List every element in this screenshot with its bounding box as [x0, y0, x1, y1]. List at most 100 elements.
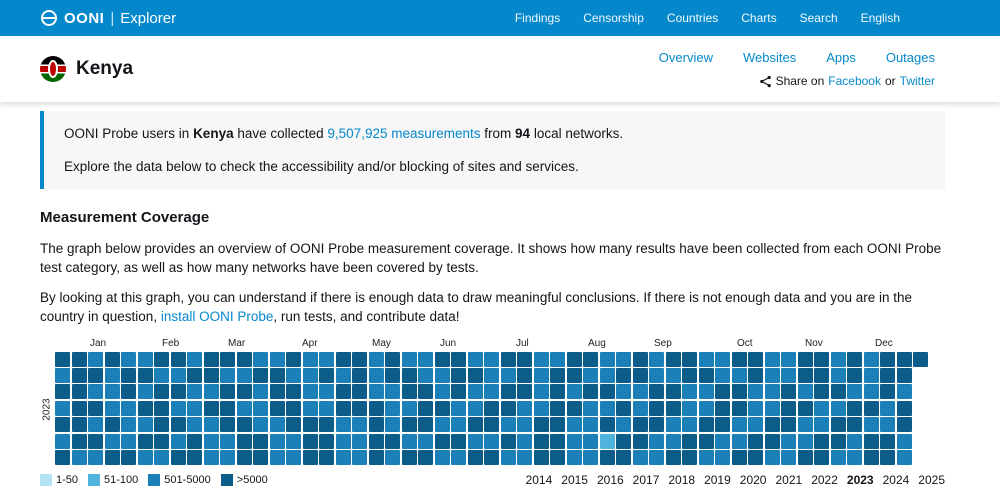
- heatmap-cell[interactable]: [616, 450, 631, 466]
- heatmap-cell[interactable]: [352, 368, 367, 384]
- heatmap-cell[interactable]: [170, 450, 186, 466]
- heatmap-cell[interactable]: [269, 433, 285, 449]
- heatmap-cell[interactable]: [220, 351, 235, 367]
- heatmap-cell[interactable]: [566, 368, 582, 384]
- heatmap-cell[interactable]: [550, 351, 565, 367]
- heatmap-cell[interactable]: [451, 400, 466, 416]
- tab-websites[interactable]: Websites: [743, 50, 796, 65]
- heatmap-cell[interactable]: [599, 400, 615, 416]
- heatmap-cell[interactable]: [319, 450, 334, 466]
- heatmap-cell[interactable]: [71, 351, 87, 367]
- heatmap-cell[interactable]: [187, 433, 202, 449]
- heatmap-cell[interactable]: [632, 384, 648, 400]
- heatmap-cell[interactable]: [385, 417, 400, 433]
- heatmap-cell[interactable]: [550, 368, 565, 384]
- heatmap-cell[interactable]: [467, 351, 483, 367]
- heatmap-cell[interactable]: [847, 450, 862, 466]
- heatmap-cell[interactable]: [269, 384, 285, 400]
- heatmap-cell[interactable]: [830, 384, 846, 400]
- heatmap-cell[interactable]: [649, 433, 664, 449]
- heatmap-cell[interactable]: [682, 417, 697, 433]
- heatmap-cell[interactable]: [401, 368, 417, 384]
- heatmap-cell[interactable]: [566, 450, 582, 466]
- heatmap-cell[interactable]: [170, 384, 186, 400]
- heatmap-cell[interactable]: [71, 368, 87, 384]
- year-2016[interactable]: 2016: [597, 473, 624, 487]
- heatmap-cell[interactable]: [71, 400, 87, 416]
- heatmap-cell[interactable]: [335, 417, 351, 433]
- heatmap-cell[interactable]: [352, 450, 367, 466]
- year-2022[interactable]: 2022: [811, 473, 838, 487]
- heatmap-cell[interactable]: [203, 433, 219, 449]
- heatmap-cell[interactable]: [137, 368, 153, 384]
- heatmap-cell[interactable]: [814, 368, 829, 384]
- heatmap-cell[interactable]: [368, 417, 384, 433]
- heatmap-cell[interactable]: [698, 368, 714, 384]
- heatmap-cell[interactable]: [319, 417, 334, 433]
- heatmap-cell[interactable]: [236, 417, 252, 433]
- heatmap-cell[interactable]: [698, 384, 714, 400]
- heatmap-cell[interactable]: [302, 400, 318, 416]
- heatmap-cell[interactable]: [451, 450, 466, 466]
- heatmap-cell[interactable]: [517, 368, 532, 384]
- heatmap-cell[interactable]: [170, 351, 186, 367]
- heatmap-cell[interactable]: [236, 400, 252, 416]
- heatmap-cell[interactable]: [187, 417, 202, 433]
- heatmap-cell[interactable]: [682, 351, 697, 367]
- heatmap-cell[interactable]: [698, 417, 714, 433]
- heatmap-cell[interactable]: [632, 351, 648, 367]
- heatmap-cell[interactable]: [863, 351, 879, 367]
- heatmap-cell[interactable]: [302, 368, 318, 384]
- heatmap-cell[interactable]: [797, 450, 813, 466]
- heatmap-cell[interactable]: [154, 368, 169, 384]
- heatmap-cell[interactable]: [418, 450, 433, 466]
- heatmap-cell[interactable]: [121, 351, 136, 367]
- heatmap-cell[interactable]: [319, 351, 334, 367]
- heatmap-cell[interactable]: [187, 400, 202, 416]
- heatmap-cell[interactable]: [863, 450, 879, 466]
- heatmap-cell[interactable]: [352, 433, 367, 449]
- heatmap-cell[interactable]: [764, 433, 780, 449]
- nav-item-english[interactable]: English: [861, 11, 900, 25]
- heatmap-cell[interactable]: [302, 433, 318, 449]
- heatmap-cell[interactable]: [187, 351, 202, 367]
- heatmap-cell[interactable]: [253, 417, 268, 433]
- heatmap-cell[interactable]: [599, 417, 615, 433]
- heatmap-cell[interactable]: [236, 450, 252, 466]
- heatmap-cell[interactable]: [830, 417, 846, 433]
- heatmap-cell[interactable]: [385, 384, 400, 400]
- heatmap-cell[interactable]: [500, 351, 516, 367]
- heatmap-cell[interactable]: [665, 417, 681, 433]
- heatmap-cell[interactable]: [302, 417, 318, 433]
- heatmap-cell[interactable]: [88, 450, 103, 466]
- heatmap-cell[interactable]: [220, 450, 235, 466]
- heatmap-cell[interactable]: [781, 368, 796, 384]
- heatmap-cell[interactable]: [814, 400, 829, 416]
- nav-item-countries[interactable]: Countries: [667, 11, 718, 25]
- heatmap-cell[interactable]: [500, 384, 516, 400]
- heatmap-cell[interactable]: [665, 368, 681, 384]
- heatmap-cell[interactable]: [830, 351, 846, 367]
- heatmap-cell[interactable]: [418, 400, 433, 416]
- heatmap-cell[interactable]: [467, 450, 483, 466]
- heatmap-cell[interactable]: [665, 384, 681, 400]
- heatmap-cell[interactable]: [253, 450, 268, 466]
- heatmap-cell[interactable]: [121, 417, 136, 433]
- heatmap-cell[interactable]: [847, 433, 862, 449]
- heatmap-cell[interactable]: [236, 433, 252, 449]
- heatmap-cell[interactable]: [302, 450, 318, 466]
- heatmap-cell[interactable]: [104, 351, 120, 367]
- heatmap-cell[interactable]: [748, 368, 763, 384]
- heatmap-cell[interactable]: [154, 450, 169, 466]
- heatmap-cell[interactable]: [830, 368, 846, 384]
- heatmap-cell[interactable]: [583, 400, 598, 416]
- heatmap-cell[interactable]: [88, 433, 103, 449]
- heatmap-cell[interactable]: [467, 384, 483, 400]
- heatmap-cell[interactable]: [220, 433, 235, 449]
- heatmap-cell[interactable]: [170, 368, 186, 384]
- heatmap-cell[interactable]: [104, 450, 120, 466]
- nav-item-search[interactable]: Search: [800, 11, 838, 25]
- heatmap-cell[interactable]: [781, 400, 796, 416]
- heatmap-cell[interactable]: [583, 433, 598, 449]
- heatmap-cell[interactable]: [715, 400, 730, 416]
